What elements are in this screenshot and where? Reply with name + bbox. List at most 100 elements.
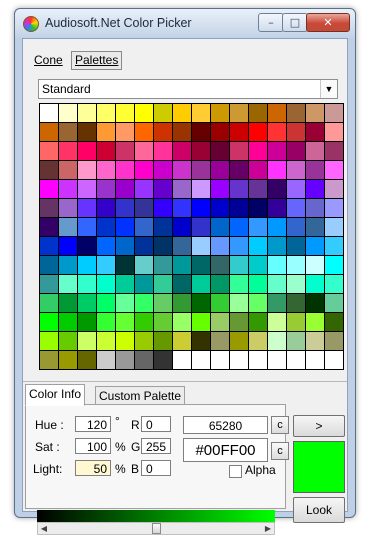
palette-swatch[interactable]: [40, 275, 58, 293]
palette-swatch[interactable]: [78, 218, 96, 236]
lightness-gradient-bar[interactable]: [37, 510, 275, 522]
palette-swatch[interactable]: [230, 199, 248, 217]
palette-swatch[interactable]: [249, 332, 267, 350]
palette-swatch[interactable]: [211, 123, 229, 141]
palette-swatch[interactable]: [268, 294, 286, 312]
palette-swatch[interactable]: [173, 218, 191, 236]
menu-cone[interactable]: Cone: [34, 53, 63, 67]
palette-swatch[interactable]: [211, 180, 229, 198]
decimal-value-field[interactable]: 65280: [183, 416, 268, 434]
palette-swatch[interactable]: [325, 237, 343, 255]
palette-swatch[interactable]: [40, 218, 58, 236]
palette-swatch[interactable]: [97, 218, 115, 236]
palette-swatch[interactable]: [59, 199, 77, 217]
palette-swatch[interactable]: [230, 180, 248, 198]
palette-swatch[interactable]: [192, 237, 210, 255]
palette-swatch[interactable]: [287, 142, 305, 160]
palette-swatch[interactable]: [249, 161, 267, 179]
palette-swatch[interactable]: [78, 104, 96, 122]
palette-swatch[interactable]: [287, 199, 305, 217]
palette-swatch[interactable]: [59, 123, 77, 141]
palette-swatch[interactable]: [97, 294, 115, 312]
palette-swatch[interactable]: [325, 351, 343, 369]
palette-swatch[interactable]: [97, 237, 115, 255]
palette-swatch[interactable]: [135, 256, 153, 274]
alpha-checkbox[interactable]: [229, 465, 242, 478]
palette-swatch[interactable]: [230, 218, 248, 236]
palette-swatch[interactable]: [116, 180, 134, 198]
palette-swatch[interactable]: [287, 123, 305, 141]
palette-swatch[interactable]: [192, 256, 210, 274]
palette-swatch[interactable]: [173, 104, 191, 122]
palette-swatch[interactable]: [192, 104, 210, 122]
palette-swatch[interactable]: [287, 351, 305, 369]
palette-swatch[interactable]: [135, 180, 153, 198]
palette-swatch[interactable]: [97, 123, 115, 141]
palette-swatch[interactable]: [230, 313, 248, 331]
palette-swatch[interactable]: [230, 294, 248, 312]
palette-swatch[interactable]: [287, 256, 305, 274]
palette-swatch[interactable]: [40, 351, 58, 369]
palette-swatch[interactable]: [59, 142, 77, 160]
palette-swatch[interactable]: [249, 275, 267, 293]
palette-swatch[interactable]: [249, 351, 267, 369]
palette-swatch[interactable]: [135, 123, 153, 141]
palette-swatch[interactable]: [249, 313, 267, 331]
palette-swatch[interactable]: [154, 218, 172, 236]
palette-swatch[interactable]: [230, 142, 248, 160]
palette-swatch[interactable]: [192, 199, 210, 217]
palette-swatch[interactable]: [59, 218, 77, 236]
palette-swatch[interactable]: [192, 275, 210, 293]
palette-swatch[interactable]: [59, 180, 77, 198]
chevron-down-icon[interactable]: ▼: [320, 80, 337, 98]
palette-swatch[interactable]: [135, 313, 153, 331]
menu-palettes[interactable]: Palettes: [71, 51, 123, 70]
palette-swatch[interactable]: [306, 294, 324, 312]
palette-swatch[interactable]: [173, 332, 191, 350]
palette-swatch[interactable]: [116, 313, 134, 331]
palette-swatch[interactable]: [192, 123, 210, 141]
g-input[interactable]: 255: [141, 438, 171, 454]
palette-swatch[interactable]: [287, 180, 305, 198]
palette-swatch[interactable]: [192, 332, 210, 350]
palette-swatch[interactable]: [40, 332, 58, 350]
palette-swatch[interactable]: [287, 332, 305, 350]
palette-swatch[interactable]: [154, 161, 172, 179]
palette-swatch[interactable]: [268, 199, 286, 217]
palette-swatch[interactable]: [135, 275, 153, 293]
close-button[interactable]: ✕: [306, 13, 350, 32]
palette-swatch[interactable]: [306, 161, 324, 179]
palette-swatch[interactable]: [154, 104, 172, 122]
palette-swatch[interactable]: [40, 161, 58, 179]
palette-swatch[interactable]: [268, 104, 286, 122]
palette-swatch[interactable]: [211, 313, 229, 331]
hue-input[interactable]: 120: [75, 416, 111, 432]
b-input[interactable]: 0: [141, 460, 171, 476]
r-input[interactable]: 0: [141, 416, 171, 432]
palette-swatch[interactable]: [287, 218, 305, 236]
palette-swatch[interactable]: [154, 256, 172, 274]
palette-swatch[interactable]: [287, 313, 305, 331]
palette-swatch[interactable]: [211, 332, 229, 350]
palette-swatch[interactable]: [116, 256, 134, 274]
palette-swatch[interactable]: [306, 180, 324, 198]
palette-swatch[interactable]: [287, 104, 305, 122]
palette-swatch[interactable]: [59, 104, 77, 122]
palette-swatch[interactable]: [78, 237, 96, 255]
palette-swatch[interactable]: [78, 351, 96, 369]
palette-swatch[interactable]: [192, 313, 210, 331]
palette-swatch[interactable]: [97, 180, 115, 198]
palette-swatch[interactable]: [97, 275, 115, 293]
palette-swatch[interactable]: [268, 142, 286, 160]
palette-swatch[interactable]: [59, 275, 77, 293]
palette-swatch[interactable]: [230, 161, 248, 179]
palette-swatch[interactable]: [59, 237, 77, 255]
palette-swatch[interactable]: [325, 275, 343, 293]
lightness-scrollbar[interactable]: ◀ ▶: [37, 522, 275, 535]
palette-swatch[interactable]: [154, 142, 172, 160]
copy-decimal-button[interactable]: c: [271, 416, 289, 434]
palette-swatch[interactable]: [306, 313, 324, 331]
palette-swatch[interactable]: [97, 351, 115, 369]
palette-swatch[interactable]: [249, 123, 267, 141]
palette-swatch[interactable]: [40, 104, 58, 122]
